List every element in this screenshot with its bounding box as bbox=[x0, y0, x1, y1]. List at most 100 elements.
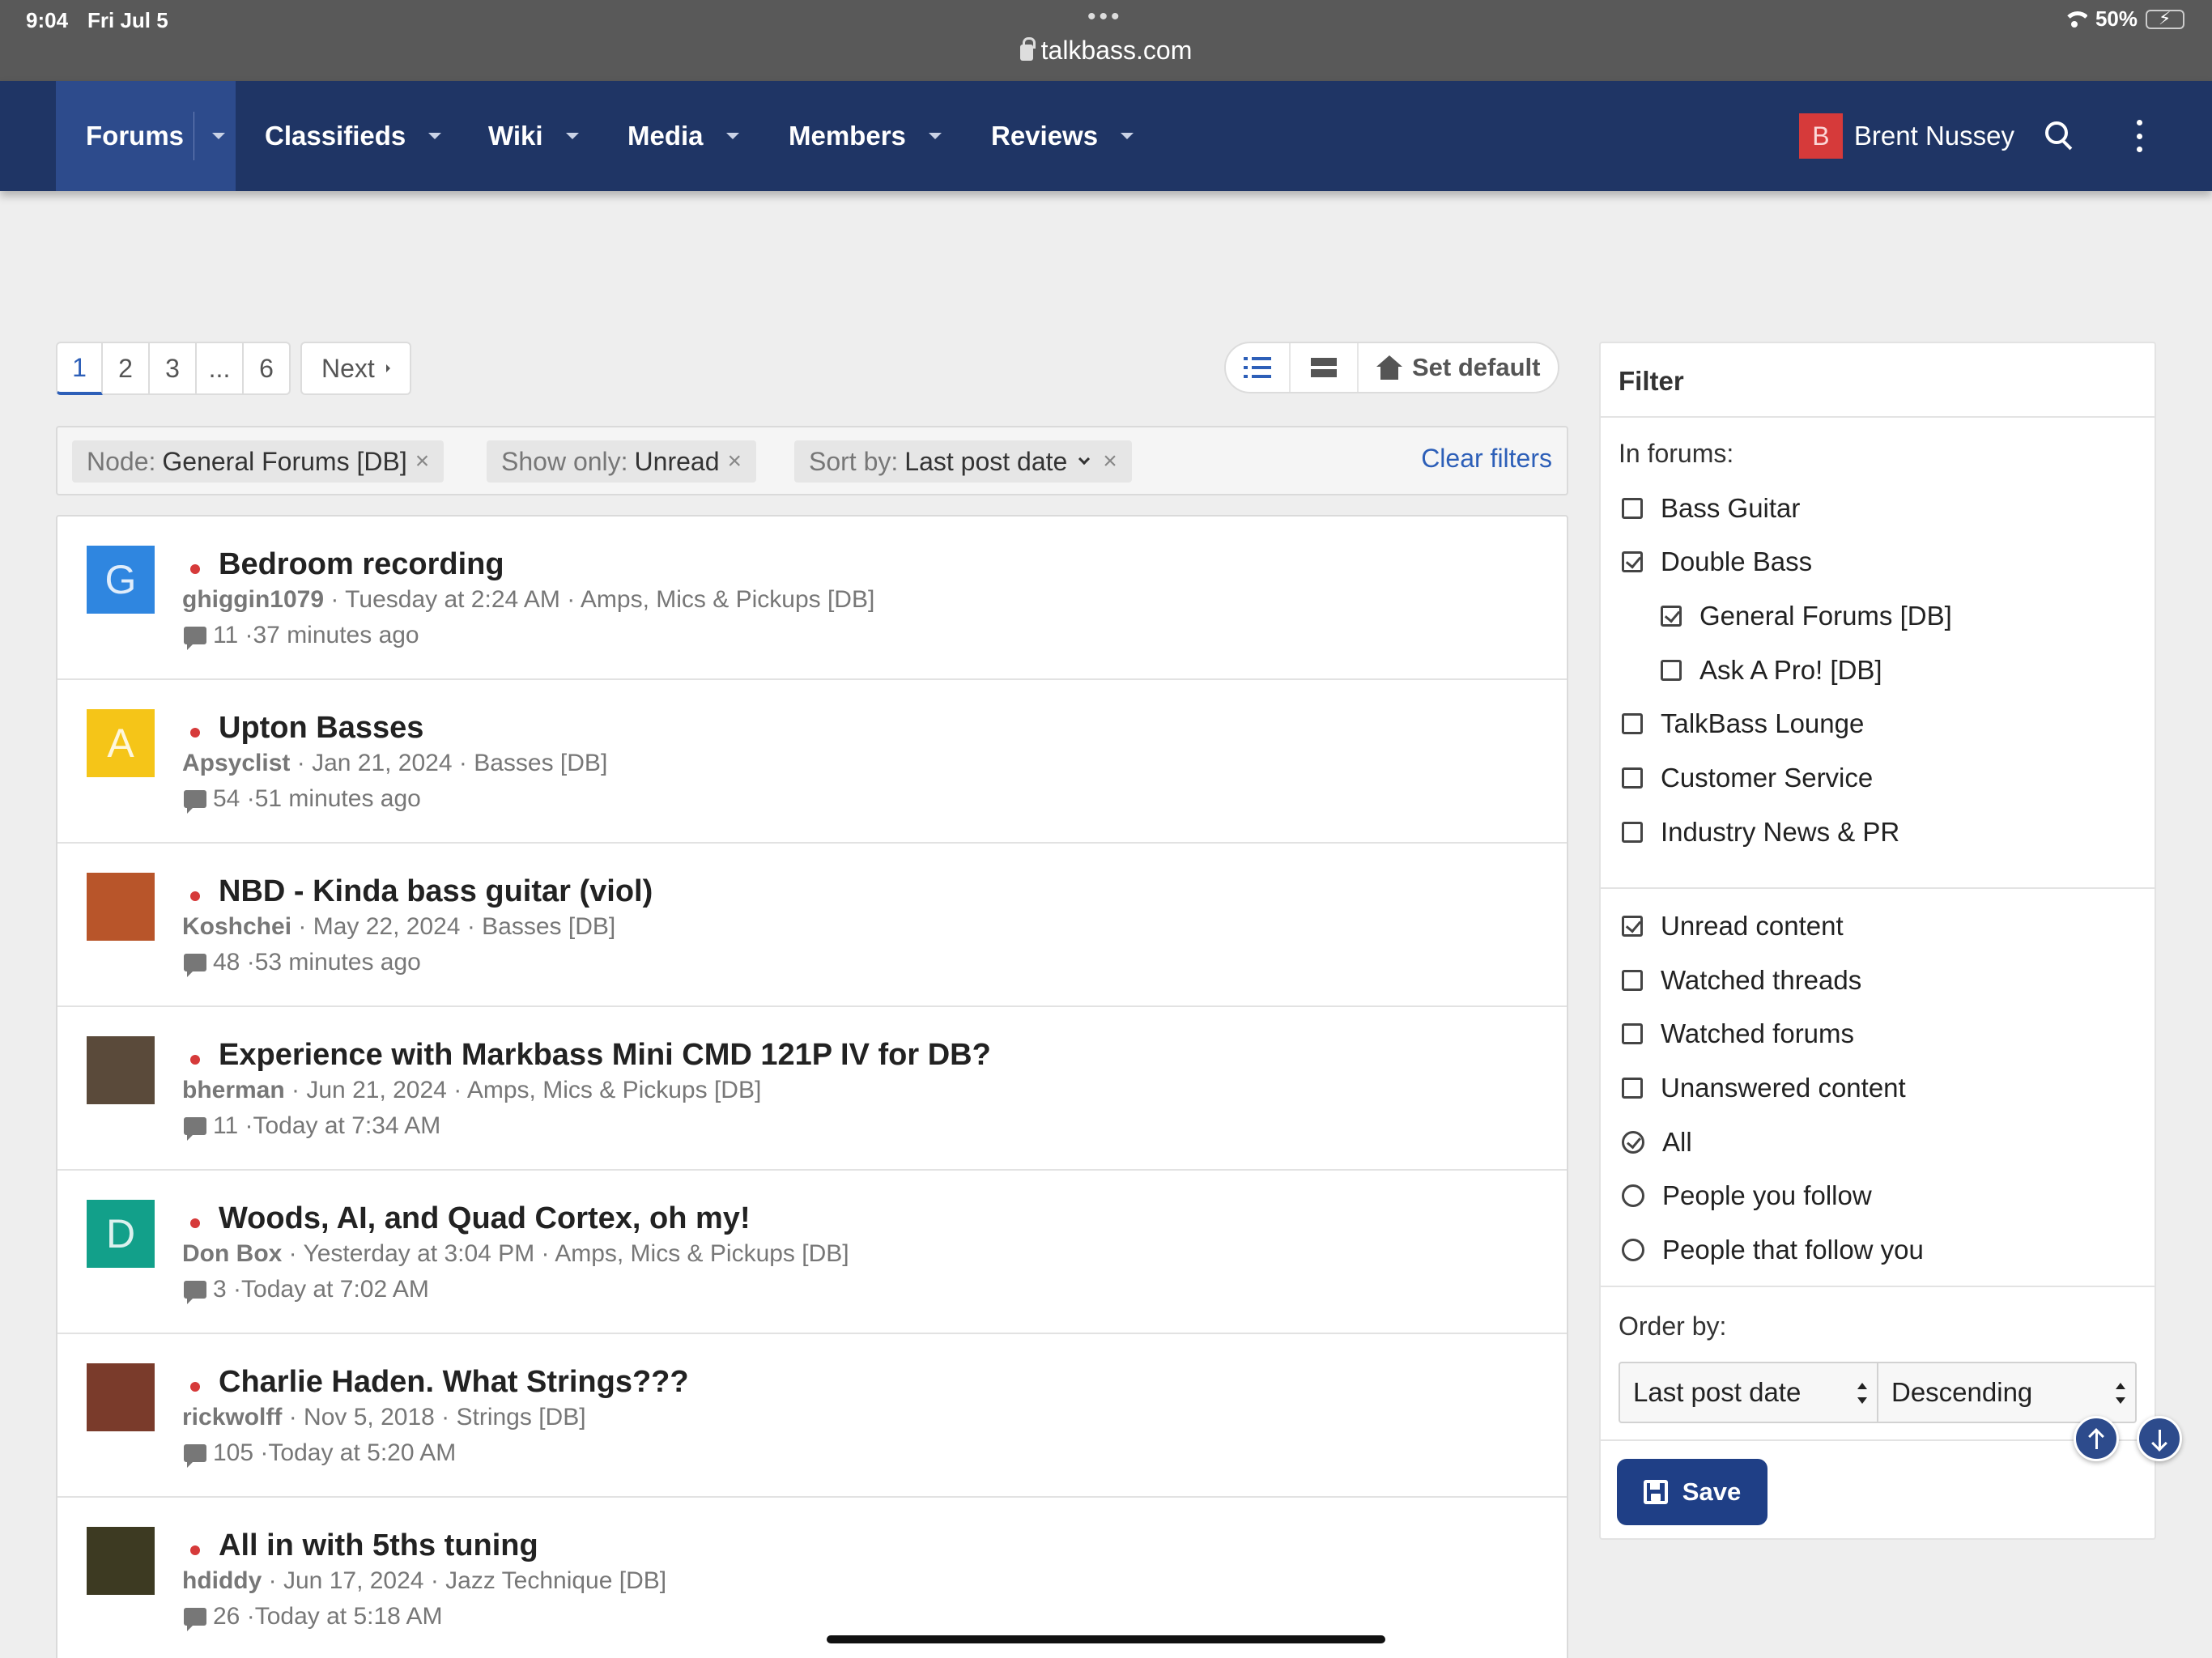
last-post-time[interactable]: 51 minutes ago bbox=[255, 785, 421, 813]
nav-tab-reviews[interactable]: Reviews bbox=[991, 81, 1134, 191]
forum-option-ask-a-pro-db[interactable]: Ask A Pro! [DB] bbox=[1661, 652, 1882, 689]
forum-option-bass-guitar[interactable]: Bass Guitar bbox=[1622, 490, 1800, 527]
home-indicator[interactable] bbox=[827, 1635, 1385, 1643]
thread-author[interactable]: ghiggin1079 bbox=[182, 586, 324, 613]
chevron-down-icon[interactable] bbox=[1121, 133, 1134, 139]
forum-option-customer-service[interactable]: Customer Service bbox=[1622, 759, 1873, 797]
chevron-down-icon[interactable] bbox=[428, 133, 442, 139]
next-page-button[interactable]: Next bbox=[300, 342, 411, 395]
people-option-all[interactable]: All bbox=[1622, 1124, 1692, 1161]
nav-tab-wiki[interactable]: Wiki bbox=[488, 81, 579, 191]
thread-row[interactable]: All in with 5ths tuning hdiddy · Jun 17,… bbox=[57, 1498, 1567, 1658]
thread-forum[interactable]: Amps, Mics & Pickups [DB] bbox=[555, 1240, 849, 1267]
thread-row[interactable]: Experience with Markbass Mini CMD 121P I… bbox=[57, 1007, 1567, 1171]
nav-tab-forums[interactable]: Forums bbox=[56, 81, 236, 191]
more-vertical-icon[interactable] bbox=[2134, 120, 2144, 152]
scroll-down-button[interactable] bbox=[2137, 1416, 2182, 1461]
avatar[interactable]: A bbox=[87, 709, 155, 777]
chevron-down-icon[interactable] bbox=[725, 133, 739, 139]
avatar[interactable]: G bbox=[87, 546, 155, 614]
multitasking-dots-icon[interactable]: ••• bbox=[1087, 3, 1123, 31]
last-post-time[interactable]: Today at 5:18 AM bbox=[255, 1603, 443, 1630]
scroll-up-button[interactable] bbox=[2074, 1416, 2119, 1461]
thread-row[interactable]: D Woods, AI, and Quad Cortex, oh my! Don… bbox=[57, 1171, 1567, 1334]
nav-tab-classifieds[interactable]: Classifieds bbox=[265, 81, 442, 191]
block-view-button[interactable] bbox=[1291, 343, 1359, 392]
thread-forum[interactable]: Amps, Mics & Pickups [DB] bbox=[581, 586, 874, 613]
avatar[interactable] bbox=[87, 873, 155, 941]
avatar[interactable] bbox=[87, 1363, 155, 1431]
page-jump-ellipsis[interactable]: ... bbox=[197, 342, 244, 395]
avatar[interactable]: D bbox=[87, 1200, 155, 1268]
page-button-2[interactable]: 2 bbox=[103, 342, 150, 395]
filter-chip-node[interactable]: Node: General Forums [DB] × bbox=[72, 440, 445, 483]
forum-option-double-bass[interactable]: Double Bass bbox=[1622, 543, 1812, 580]
order-field-select[interactable]: Last post date bbox=[1620, 1363, 1878, 1422]
thread-forum[interactable]: Basses [DB] bbox=[482, 913, 615, 940]
nav-tab-media[interactable]: Media bbox=[627, 81, 739, 191]
last-post-time[interactable]: Today at 5:20 AM bbox=[268, 1439, 456, 1467]
set-default-button[interactable]: Set default bbox=[1359, 343, 1558, 392]
last-post-time[interactable]: 53 minutes ago bbox=[255, 949, 421, 976]
last-post-time[interactable]: Today at 7:02 AM bbox=[241, 1276, 429, 1303]
thread-forum[interactable]: Amps, Mics & Pickups [DB] bbox=[467, 1077, 761, 1103]
last-post-time[interactable]: 37 minutes ago bbox=[253, 622, 419, 649]
checkbox[interactable] bbox=[1622, 498, 1643, 519]
thread-title[interactable]: Woods, AI, and Quad Cortex, oh my! bbox=[219, 1201, 751, 1236]
thread-forum[interactable]: Jazz Technique [DB] bbox=[445, 1567, 666, 1594]
filter-chip-show-only[interactable]: Show only: Unread × bbox=[487, 440, 757, 483]
save-button[interactable]: Save bbox=[1617, 1459, 1767, 1525]
user-menu[interactable]: B Brent Nussey bbox=[1798, 113, 2014, 159]
radio-button[interactable] bbox=[1622, 1184, 1644, 1207]
forum-option-general-forums-db[interactable]: General Forums [DB] bbox=[1661, 597, 1952, 635]
thread-author[interactable]: bherman bbox=[182, 1077, 285, 1103]
checkbox[interactable] bbox=[1622, 767, 1643, 789]
chevron-down-icon[interactable] bbox=[928, 133, 942, 139]
thread-title[interactable]: Bedroom recording bbox=[219, 547, 504, 582]
thread-forum[interactable]: Basses [DB] bbox=[474, 750, 607, 776]
avatar[interactable] bbox=[87, 1036, 155, 1104]
forum-option-talkbass-lounge[interactable]: TalkBass Lounge bbox=[1622, 705, 1864, 742]
radio-button[interactable] bbox=[1622, 1131, 1644, 1154]
thread-title[interactable]: Upton Basses bbox=[219, 711, 423, 746]
thread-title[interactable]: All in with 5ths tuning bbox=[219, 1528, 538, 1563]
thread-author[interactable]: hdiddy bbox=[182, 1567, 262, 1594]
thread-title[interactable]: Experience with Markbass Mini CMD 121P I… bbox=[219, 1038, 991, 1073]
radio-button[interactable] bbox=[1622, 1239, 1644, 1261]
page-button-6[interactable]: 6 bbox=[244, 342, 291, 395]
list-view-button[interactable] bbox=[1226, 343, 1291, 392]
chevron-down-icon[interactable] bbox=[212, 133, 226, 139]
checkbox[interactable] bbox=[1622, 970, 1643, 991]
thread-author[interactable]: Apsyclist bbox=[182, 750, 290, 776]
avatar[interactable] bbox=[87, 1527, 155, 1595]
show-option-watched-threads[interactable]: Watched threads bbox=[1622, 962, 1861, 999]
thread-forum[interactable]: Strings [DB] bbox=[456, 1404, 585, 1431]
order-direction-select[interactable]: Descending bbox=[1878, 1363, 2135, 1422]
checkbox[interactable] bbox=[1622, 551, 1643, 572]
thread-row[interactable]: G Bedroom recording ghiggin1079 · Tuesda… bbox=[57, 517, 1567, 680]
page-button-3[interactable]: 3 bbox=[150, 342, 197, 395]
thread-row[interactable]: Charlie Haden. What Strings??? rickwolff… bbox=[57, 1334, 1567, 1498]
thread-title[interactable]: NBD - Kinda bass guitar (viol) bbox=[219, 874, 653, 909]
chevron-down-icon[interactable] bbox=[1078, 453, 1091, 466]
thread-row[interactable]: A Upton Basses Apsyclist · Jan 21, 2024 … bbox=[57, 680, 1567, 844]
checkbox[interactable] bbox=[1622, 822, 1643, 843]
people-option-you-follow[interactable]: People you follow bbox=[1622, 1177, 1872, 1214]
thread-author[interactable]: rickwolff bbox=[182, 1404, 282, 1431]
page-button-1[interactable]: 1 bbox=[56, 342, 103, 395]
thread-author[interactable]: Don Box bbox=[182, 1240, 282, 1267]
close-icon[interactable]: × bbox=[1103, 448, 1117, 475]
thread-title[interactable]: Charlie Haden. What Strings??? bbox=[219, 1365, 689, 1400]
last-post-time[interactable]: Today at 7:34 AM bbox=[253, 1112, 440, 1140]
checkbox[interactable] bbox=[1661, 606, 1682, 627]
people-option-follow-you[interactable]: People that follow you bbox=[1622, 1231, 1924, 1269]
filter-chip-sort[interactable]: Sort by: Last post date × bbox=[794, 440, 1132, 483]
checkbox[interactable] bbox=[1622, 916, 1643, 937]
show-option-unread-content[interactable]: Unread content bbox=[1622, 908, 1844, 945]
close-icon[interactable]: × bbox=[415, 448, 430, 475]
close-icon[interactable]: × bbox=[727, 448, 742, 475]
show-option-unanswered-content[interactable]: Unanswered content bbox=[1622, 1069, 1906, 1107]
forum-option-industry-news[interactable]: Industry News & PR bbox=[1622, 814, 1899, 851]
checkbox[interactable] bbox=[1622, 1078, 1643, 1099]
thread-row[interactable]: NBD - Kinda bass guitar (viol) Koshchei … bbox=[57, 844, 1567, 1007]
